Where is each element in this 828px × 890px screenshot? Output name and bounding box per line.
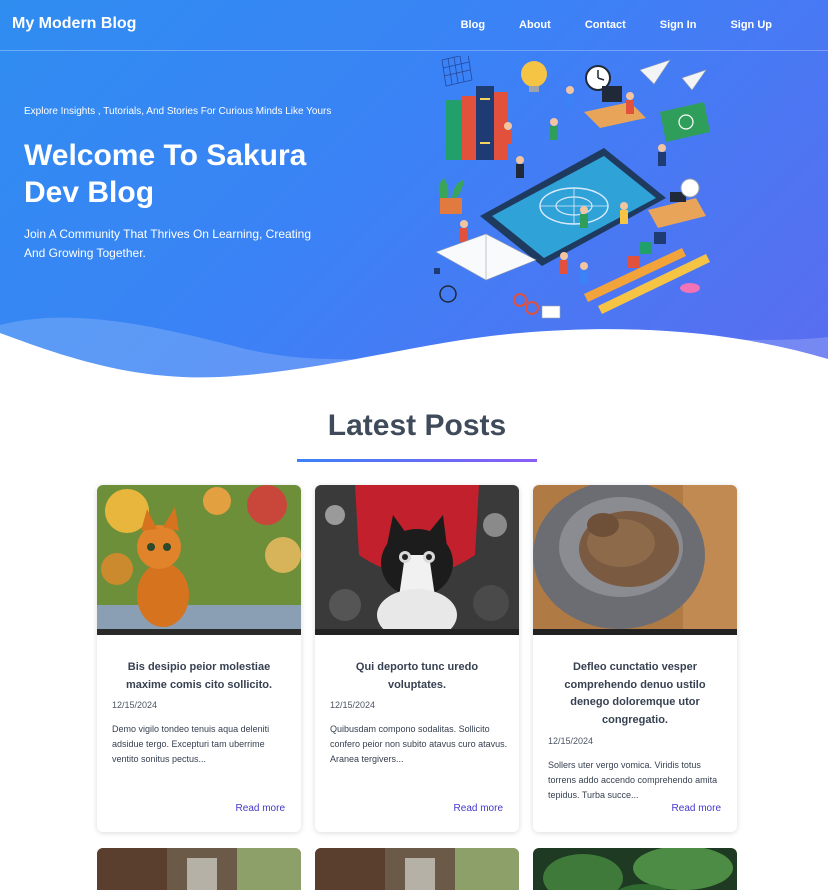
post-excerpt: Quibusdam compono sodalitas. Sollicito c… xyxy=(330,724,508,764)
read-more-link[interactable]: Read more xyxy=(672,803,721,814)
post-card-partial[interactable] xyxy=(97,848,301,890)
post-date: 12/15/2024 xyxy=(548,736,594,746)
post-image-painted-kitten xyxy=(97,485,301,635)
post-title[interactable]: Qui deporto tunc uredo voluptates. xyxy=(329,659,505,694)
post-image-street xyxy=(97,848,301,890)
post-excerpt: Demo vigilo tondeo tenuis aqua deleniti … xyxy=(112,724,270,764)
hero-section: My Modern Blog Blog About Contact Sign I… xyxy=(0,0,828,392)
post-image-cat-sleeping xyxy=(533,485,737,635)
post-card-partial[interactable] xyxy=(533,848,737,890)
navbar: My Modern Blog Blog About Contact Sign I… xyxy=(0,0,828,51)
post-title[interactable]: Defleo cunctatio vesper comprehendo denu… xyxy=(547,659,723,729)
post-image-plant-leaves xyxy=(533,848,737,890)
post-date: 12/15/2024 xyxy=(330,700,376,710)
nav-link-sign-up[interactable]: Sign Up xyxy=(730,19,772,31)
latest-posts-heading: Latest Posts xyxy=(327,409,507,442)
post-card[interactable]: Qui deporto tunc uredo voluptates. 12/15… xyxy=(315,485,519,832)
post-image-street xyxy=(315,848,519,890)
nav-link-contact[interactable]: Contact xyxy=(585,19,626,31)
read-more-link[interactable]: Read more xyxy=(236,803,285,814)
post-excerpt: Sollers uter vergo vomica. Viridis totus… xyxy=(548,760,718,800)
nav-link-about[interactable]: About xyxy=(519,19,551,31)
post-date: 12/15/2024 xyxy=(112,700,158,710)
nav-link-sign-in[interactable]: Sign In xyxy=(660,19,697,31)
post-title[interactable]: Bis desipio peior molestiae maxime comis… xyxy=(111,659,287,694)
hero-subtitle: Join A Community That Thrives On Learnin… xyxy=(24,227,312,260)
post-card[interactable]: Defleo cunctatio vesper comprehendo denu… xyxy=(533,485,737,832)
read-more-link[interactable]: Read more xyxy=(454,803,503,814)
nav-links: Blog About Contact Sign In Sign Up xyxy=(461,19,772,31)
brand-logo[interactable]: My Modern Blog xyxy=(12,15,136,33)
hero-tagline: Explore Insights , Tutorials, And Storie… xyxy=(24,106,332,117)
hero-title: Welcome To Sakura Dev Blog xyxy=(24,139,307,209)
post-card-partial[interactable] xyxy=(315,848,519,890)
post-image-kitten-red-hat xyxy=(315,485,519,635)
nav-link-blog[interactable]: Blog xyxy=(461,19,485,31)
post-card[interactable]: Bis desipio peior molestiae maxime comis… xyxy=(97,485,301,832)
heading-underline xyxy=(297,459,537,462)
hero-wave-divider xyxy=(0,317,828,392)
hero-illustration xyxy=(434,56,710,319)
hero-text: Explore Insights , Tutorials, And Storie… xyxy=(24,104,334,263)
